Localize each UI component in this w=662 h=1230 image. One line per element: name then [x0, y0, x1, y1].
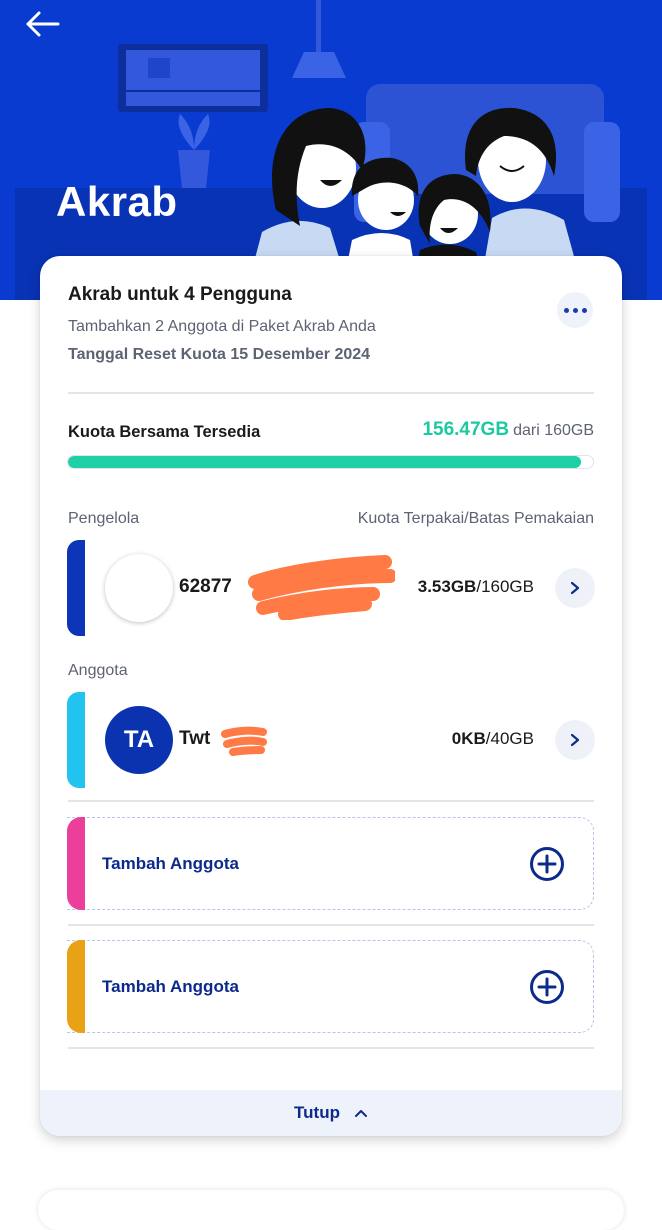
- quota-total: dari 160GB: [513, 422, 594, 439]
- member-section-label: Anggota: [68, 662, 128, 679]
- divider: [68, 392, 594, 394]
- chevron-right-icon: [570, 733, 580, 747]
- redaction-scribble: [221, 726, 267, 756]
- manager-used: 3.53GB: [417, 577, 477, 596]
- quota-reset-date: Tanggal Reset Kuota 15 Desember 2024: [68, 346, 371, 363]
- manager-phone-text: 62877: [179, 576, 232, 597]
- manager-detail-button[interactable]: [555, 568, 595, 608]
- usage-column-header: Kuota Terpakai/Batas Pemakaian: [357, 510, 594, 527]
- member-limit: /40GB: [485, 729, 534, 748]
- add-member-label: Tambah Anggota: [102, 977, 239, 996]
- member-used: 0KB: [451, 729, 486, 748]
- next-card-peek: [38, 1190, 624, 1230]
- member-name: Twt: [179, 728, 211, 749]
- add-circle-icon[interactable]: [529, 846, 565, 882]
- quota-available: 156.47GB: [422, 419, 510, 440]
- plan-subtitle: Tambahkan 2 Anggota di Paket Akrab Anda: [68, 318, 376, 335]
- divider: [68, 924, 594, 926]
- member-usage: 0KB/40GB: [452, 729, 534, 749]
- add-member-label: Tambah Anggota: [102, 854, 239, 873]
- shared-quota-value: 156.47GB dari 160GB: [422, 419, 594, 441]
- member-row[interactable]: TA Twt 0KB/40GB: [67, 692, 595, 788]
- add-member-slot-2[interactable]: Tambah Anggota: [67, 940, 594, 1033]
- add-circle-icon[interactable]: [529, 969, 565, 1005]
- manager-limit: /160GB: [476, 577, 534, 596]
- page-title: Akrab: [56, 178, 178, 225]
- avatar: [105, 554, 173, 622]
- family-illustration: [15, 0, 647, 300]
- member-accent-bar: [67, 692, 85, 788]
- more-dot: [581, 307, 587, 313]
- close-label: Tutup: [294, 1103, 340, 1122]
- manager-usage: 3.53GB/160GB: [418, 577, 534, 597]
- member-detail-button[interactable]: [555, 720, 595, 760]
- more-dot: [572, 307, 578, 313]
- divider: [68, 1047, 594, 1049]
- quota-progress-fill: [68, 456, 582, 468]
- redaction-scribble: [248, 555, 395, 620]
- plan-title: Akrab untuk 4 Pengguna: [68, 284, 292, 305]
- shared-quota-label: Kuota Bersama Tersedia: [68, 423, 261, 441]
- slot-accent-bar: [67, 940, 85, 1033]
- hero-banner: Akrab: [0, 0, 662, 300]
- manager-accent-bar: [67, 540, 85, 636]
- back-button[interactable]: [24, 10, 68, 46]
- chevron-right-icon: [570, 581, 580, 595]
- add-member-slot-1[interactable]: Tambah Anggota: [67, 817, 594, 910]
- arrow-left-icon: [26, 11, 60, 37]
- member-avatar: TA: [105, 706, 173, 774]
- close-collapse-button[interactable]: Tutup: [40, 1090, 622, 1136]
- chevron-up-icon: [354, 1110, 367, 1117]
- quota-progress-bar: [67, 455, 594, 469]
- akrab-plan-card: Akrab untuk 4 Pengguna Tambahkan 2 Anggo…: [40, 256, 622, 1136]
- more-dots-icon: [563, 307, 569, 313]
- divider: [68, 800, 594, 802]
- manager-section-label: Pengelola: [68, 510, 140, 527]
- manager-phone: 62877: [179, 576, 232, 598]
- more-options-button[interactable]: [557, 292, 593, 328]
- manager-row[interactable]: 62877 3.53GB/160GB: [67, 540, 595, 636]
- slot-accent-bar: [67, 817, 85, 910]
